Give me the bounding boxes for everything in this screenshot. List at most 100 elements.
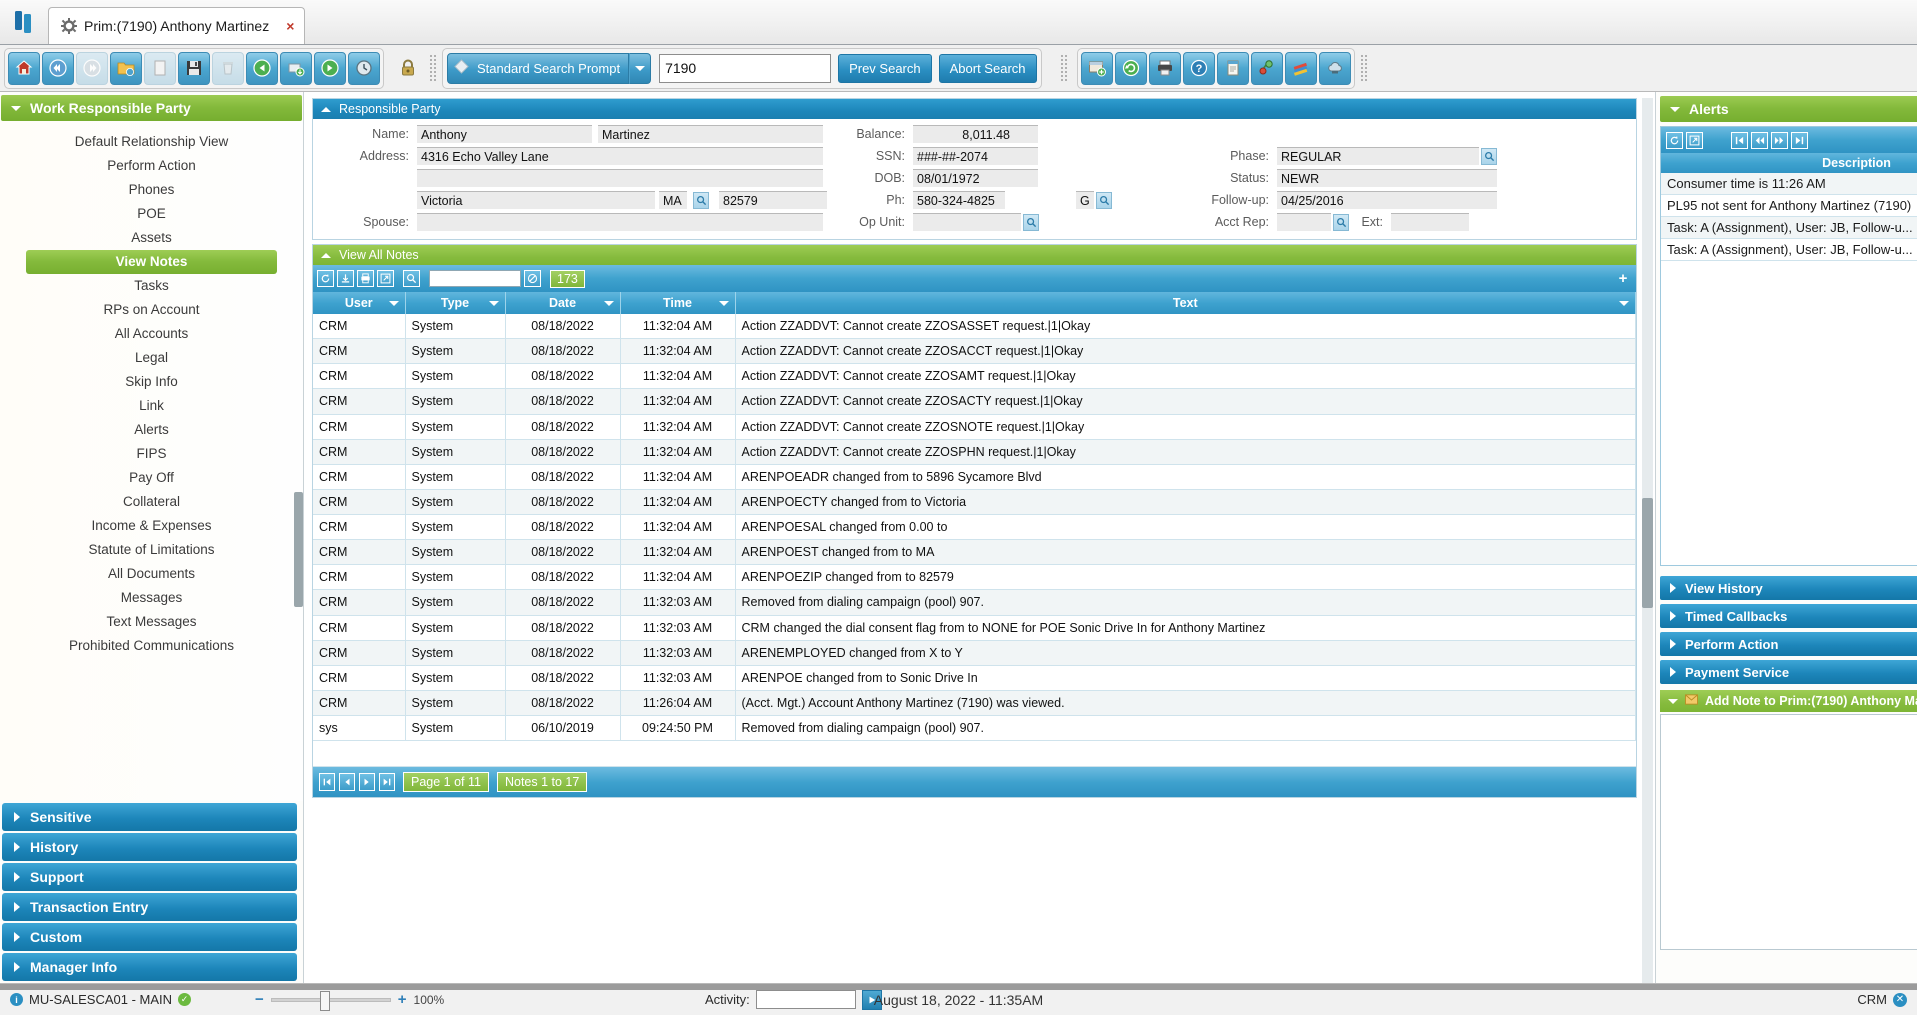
sidebar-item-collateral[interactable]: Collateral xyxy=(0,490,303,514)
money-icon[interactable] xyxy=(1250,51,1283,85)
table-row[interactable]: CRM System 08/18/2022 11:32:03 AM ARENEMPLOY… xyxy=(313,640,1636,666)
sidebar-item-phones[interactable]: Phones xyxy=(0,178,303,202)
toolbar-gripper-2[interactable] xyxy=(1059,54,1068,82)
refresh-icon[interactable] xyxy=(317,270,334,287)
table-row[interactable]: CRM System 08/18/2022 11:32:04 AM Action ZZA… xyxy=(313,388,1636,415)
right-section-payment-service[interactable]: Payment Service xyxy=(1660,660,1917,684)
chevron-down-icon[interactable] xyxy=(603,301,614,306)
sidebar-item-messages[interactable]: Messages xyxy=(0,586,303,610)
sidebar-item-text-messages[interactable]: Text Messages xyxy=(0,610,303,634)
toolbar-gripper-3[interactable] xyxy=(1359,54,1368,82)
center-scrollbar[interactable] xyxy=(1642,98,1653,983)
dob-field[interactable]: 08/01/1972 xyxy=(913,169,1038,187)
responsible-party-header[interactable]: Responsible Party xyxy=(313,99,1636,119)
op-unit-field[interactable] xyxy=(913,213,1021,231)
notepad-icon[interactable] xyxy=(1216,51,1249,85)
help-icon[interactable]: ? xyxy=(1182,51,1215,85)
center-scrollbar-thumb[interactable] xyxy=(1642,498,1653,608)
city-field[interactable]: Victoria xyxy=(417,191,655,209)
phone-field[interactable]: 580-324-4825 xyxy=(913,191,1005,209)
chevron-down-icon[interactable] xyxy=(718,301,729,306)
prev-search-button[interactable]: Prev Search xyxy=(838,53,932,83)
search-input[interactable] xyxy=(659,53,832,83)
forward-arrow-icon[interactable] xyxy=(314,51,346,85)
activity-input[interactable] xyxy=(755,990,856,1009)
sidebar-item-view-notes[interactable]: View Notes xyxy=(26,250,277,274)
sidebar-section-support[interactable]: Support xyxy=(2,863,297,891)
sidebar-item-income-expenses[interactable]: Income & Expenses xyxy=(0,514,303,538)
zip-field[interactable]: 82579 xyxy=(719,191,827,209)
popout-icon[interactable] xyxy=(377,270,394,287)
prev-page-icon[interactable] xyxy=(339,773,355,792)
address-line1-field[interactable]: 4316 Echo Valley Lane xyxy=(417,147,823,165)
table-row[interactable]: CRM System 08/18/2022 11:32:04 AM ARENPOEZIP… xyxy=(313,564,1636,591)
trash-icon[interactable] xyxy=(212,51,244,85)
sidebar-item-pay-off[interactable]: Pay Off xyxy=(0,466,303,490)
sidebar-item-tasks[interactable]: Tasks xyxy=(0,274,303,298)
column-header-text[interactable]: Text xyxy=(735,292,1636,314)
first-page-icon[interactable] xyxy=(319,773,335,792)
phone-lookup-icon[interactable] xyxy=(1096,191,1112,209)
add-window-icon[interactable] xyxy=(1080,51,1113,85)
sidebar-item-alerts[interactable]: Alerts xyxy=(0,418,303,442)
column-header-time[interactable]: Time xyxy=(620,292,736,314)
balance-field[interactable]: 8,011.48 xyxy=(913,125,1038,143)
table-row[interactable]: CRM System 08/18/2022 11:32:03 AM CRM change… xyxy=(313,615,1636,641)
first-name-field[interactable]: Anthony xyxy=(417,125,592,143)
last-page-icon[interactable] xyxy=(1791,131,1808,149)
first-page-icon[interactable] xyxy=(1731,131,1748,149)
refresh-icon[interactable] xyxy=(1666,131,1683,149)
zoom-out-button[interactable]: − xyxy=(255,991,264,1008)
sidebar-section-transaction-entry[interactable]: Transaction Entry xyxy=(2,893,297,921)
last-name-field[interactable]: Martinez xyxy=(598,125,823,143)
table-row[interactable]: CRM System 08/18/2022 11:32:03 AM Removed fr… xyxy=(313,589,1636,616)
table-row[interactable]: CRM System 08/18/2022 11:32:04 AM ARENPOECTY… xyxy=(313,489,1636,516)
table-row[interactable]: CRM System 08/18/2022 11:32:04 AM Action ZZA… xyxy=(313,439,1636,465)
state-lookup-icon[interactable] xyxy=(693,191,709,209)
sidebar-item-all-accounts[interactable]: All Accounts xyxy=(0,322,303,346)
alert-row[interactable]: Task: A (Assignment), User: JB, Follow-u… xyxy=(1661,217,1917,239)
ext-field[interactable] xyxy=(1391,213,1469,231)
phase-field[interactable]: REGULAR xyxy=(1277,147,1479,165)
chevron-down-icon[interactable] xyxy=(629,52,652,84)
save-icon[interactable] xyxy=(178,51,210,85)
address-line2-field[interactable] xyxy=(417,169,823,187)
acct-rep-lookup-icon[interactable] xyxy=(1333,213,1349,231)
zoom-in-button[interactable]: + xyxy=(398,991,407,1008)
chevron-down-icon[interactable] xyxy=(488,301,499,306)
popout-icon[interactable] xyxy=(1686,131,1703,149)
add-note-header[interactable]: Add Note to Prim:(7190) Anthony Martinez… xyxy=(1660,690,1917,712)
table-row[interactable]: CRM System 08/18/2022 11:32:04 AM Action ZZA… xyxy=(313,338,1636,365)
sidebar-item-poe[interactable]: POE xyxy=(0,202,303,226)
right-section-timed-callbacks[interactable]: Timed Callbacks xyxy=(1660,604,1917,628)
alerts-column-header[interactable]: Description xyxy=(1661,153,1917,173)
import-icon[interactable] xyxy=(280,51,312,85)
search-prompt-button[interactable]: Standard Search Prompt xyxy=(447,52,630,84)
fast-forward-icon[interactable] xyxy=(76,51,108,85)
sidebar-item-legal[interactable]: Legal xyxy=(0,346,303,370)
sidebar-item-link[interactable]: Link xyxy=(0,394,303,418)
phase-lookup-icon[interactable] xyxy=(1481,147,1497,165)
next-page-icon[interactable] xyxy=(359,773,375,792)
home-icon[interactable] xyxy=(8,51,40,85)
alert-row[interactable]: Consumer time is 11:26 AM xyxy=(1661,173,1917,195)
phone-type-field[interactable]: G xyxy=(1076,191,1094,209)
palette-icon[interactable] xyxy=(1284,51,1317,85)
table-row[interactable]: CRM System 08/18/2022 11:32:03 AM ARENPOE ch… xyxy=(313,665,1636,691)
column-header-date[interactable]: Date xyxy=(505,292,621,314)
alert-row[interactable]: PL95 not sent for Anthony Martinez (7190… xyxy=(1661,195,1917,217)
download-icon[interactable] xyxy=(337,270,354,287)
cloud-upload-icon[interactable] xyxy=(1318,51,1351,85)
print-icon[interactable] xyxy=(1148,51,1181,85)
sidebar-section-custom[interactable]: Custom xyxy=(2,923,297,951)
notes-search-input[interactable] xyxy=(429,270,521,287)
sidebar-item-skip-info[interactable]: Skip Info xyxy=(0,370,303,394)
zoom-slider[interactable] xyxy=(270,990,391,1011)
add-note-textarea[interactable] xyxy=(1660,714,1917,950)
clear-icon[interactable] xyxy=(524,270,541,287)
table-row[interactable]: CRM System 08/18/2022 11:32:04 AM ARENPOEADR… xyxy=(313,464,1636,490)
sidebar-section-history[interactable]: History xyxy=(2,833,297,861)
sidebar-item-fips[interactable]: FIPS xyxy=(0,442,303,466)
next-page-icon[interactable] xyxy=(1771,131,1788,149)
right-section-perform-action[interactable]: Perform Action xyxy=(1660,632,1917,656)
